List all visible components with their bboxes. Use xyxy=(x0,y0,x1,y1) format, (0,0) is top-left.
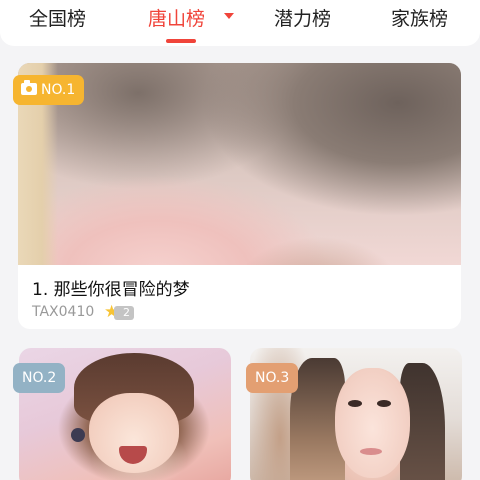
ranking-tab-bar: 全国榜 唐山榜 潜力榜 家族榜 xyxy=(0,0,480,46)
tab-potential[interactable]: 潜力榜 xyxy=(274,4,331,31)
active-tab-indicator xyxy=(166,39,196,43)
chevron-down-icon[interactable] xyxy=(224,13,234,19)
user-level-value: 2 xyxy=(114,306,134,320)
rank-badge-2: NO.2 xyxy=(13,363,66,393)
rank-badge-label: NO.1 xyxy=(41,82,76,98)
rank-badge-label: NO.3 xyxy=(255,370,290,386)
tab-tangshan[interactable]: 唐山榜 xyxy=(148,4,205,31)
camera-icon xyxy=(21,80,37,95)
card-title[interactable]: 1. 那些你很冒险的梦 xyxy=(32,275,190,300)
tab-national[interactable]: 全国榜 xyxy=(29,4,86,31)
user-level-badge: ★ 2 xyxy=(104,302,134,322)
cover-photo xyxy=(18,63,461,265)
author-name[interactable]: TAX0410 xyxy=(32,304,94,320)
rank-badge-label: NO.2 xyxy=(22,370,57,386)
rank-badge-3: NO.3 xyxy=(246,363,299,393)
tab-family[interactable]: 家族榜 xyxy=(391,4,448,31)
rank-badge-1: NO.1 xyxy=(13,75,85,105)
